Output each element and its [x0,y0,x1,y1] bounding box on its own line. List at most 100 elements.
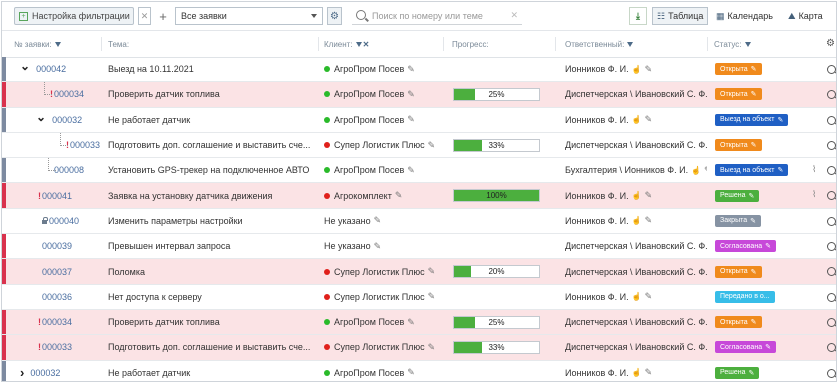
view-details-icon[interactable] [827,242,836,252]
cell-client[interactable]: Супер Логистик Плюс ✎ [324,133,442,157]
filter-select[interactable]: Все заявки [175,7,323,25]
request-number-link[interactable]: 000036 [42,292,72,302]
view-table-button[interactable]: ☷ Таблица [652,7,708,25]
cell-responsible[interactable]: Ионников Ф. И. ☝ ✎ [565,108,707,132]
edit-icon[interactable]: ✎ [374,241,382,252]
view-details-icon[interactable] [827,343,836,353]
edit-icon[interactable]: ✎ [428,140,436,151]
cell-client[interactable]: АгроПром Посев ✎ [324,361,442,381]
cell-client[interactable]: АгроПром Посев ✎ [324,82,442,106]
cell-client[interactable]: АгроПром Посев ✎ [324,108,442,132]
edit-icon[interactable]: ✎ [407,114,415,125]
cell-topic[interactable]: Нет доступа к серверу [108,285,316,309]
view-details-icon[interactable] [827,140,836,150]
edit-icon[interactable]: ✎ [428,291,436,302]
columns-settings-gear-icon[interactable]: ⚙ [826,38,835,49]
cell-client[interactable]: Супер Логистик Плюс ✎ [324,259,442,283]
cell-topic[interactable]: Поломка [108,259,316,283]
view-details-icon[interactable] [827,166,836,176]
edit-icon[interactable]: ✎ [374,215,382,226]
view-map-button[interactable]: ⛰ Карта [788,7,836,25]
edit-icon[interactable]: ✎ [407,64,415,75]
status-badge[interactable]: Открыта ✎ [715,88,762,101]
attachment-icon[interactable]: ⌇ [812,164,816,175]
clear-search-icon[interactable]: ✕ [510,10,518,21]
cell-client[interactable]: Не указано ✎ [324,234,442,258]
cell-responsible[interactable]: Диспетчерская \ Ивановский С. Ф. [565,335,707,359]
edit-icon[interactable]: ✎ [395,190,403,201]
edit-icon[interactable]: ✎ [645,190,653,201]
request-number-link[interactable]: 000033 [70,140,100,150]
cell-responsible[interactable]: Диспетчерская \ Ивановский С. Ф. [565,82,707,106]
edit-icon[interactable]: ✎ [428,342,436,353]
view-details-icon[interactable] [827,90,836,100]
status-badge[interactable]: Выезд на объект ✎ [715,113,789,126]
status-badge[interactable]: Открыта ✎ [715,316,762,329]
header-client[interactable]: Клиент: ✕ [324,40,369,49]
edit-icon[interactable]: ✎ [645,367,653,378]
edit-icon[interactable]: ✎ [645,291,653,302]
request-number-link[interactable]: 000032 [52,115,82,125]
table-row[interactable]: 000040 Изменить параметры настройки Не ука… [2,209,836,235]
take-over-icon[interactable]: ☝ [632,65,642,74]
cell-responsible[interactable]: Бухгалтерия \ Ионников Ф. И.☝✎ [565,158,707,182]
edit-icon[interactable]: ✎ [645,64,653,75]
view-details-icon[interactable] [827,216,836,226]
cell-topic[interactable]: Выезд на 10.11.2021 [108,57,316,81]
cell-client[interactable]: АгроПром Посев ✎ [324,57,442,81]
request-number-link[interactable]: 000037 [42,267,72,277]
cell-topic[interactable]: Подготовить доп. соглашение и выставить … [108,335,316,359]
request-number-link[interactable]: 000040 [49,216,79,226]
take-over-icon[interactable]: ☝ [632,216,642,225]
filter-icon[interactable] [744,42,751,48]
view-details-icon[interactable] [827,368,836,378]
status-badge[interactable]: Выезд на объект ✎ [715,164,789,177]
filter-icon[interactable] [627,42,634,48]
filter-gear-button[interactable]: ⚙ [327,7,342,25]
request-number-link[interactable]: 000041 [42,191,72,201]
take-over-icon[interactable]: ☝ [632,368,642,377]
table-row[interactable]: 000036 Нет доступа к серверу Супер Логисти… [2,285,836,310]
status-badge[interactable]: Открыта ✎ [715,139,762,152]
header-responsible[interactable]: Ответственный: [565,40,634,49]
status-badge[interactable]: Закрыта ✎ [715,214,762,227]
filter-icon[interactable] [54,42,61,48]
cell-responsible[interactable]: Ионников Ф. И. ☝ ✎ [565,183,707,207]
edit-icon[interactable]: ✎ [407,367,415,378]
collapse-chevron-icon[interactable]: ⌄ [36,110,46,124]
take-over-icon[interactable]: ☝ [632,115,642,124]
edit-icon[interactable]: ✎ [704,165,707,176]
cell-responsible[interactable]: Диспетчерская \ Ивановский С. Ф. [565,234,707,258]
expand-chevron-icon[interactable]: › [20,365,24,380]
table-row[interactable]: ! 000034 Проверить датчик топлива АгроПром … [2,309,836,336]
view-details-icon[interactable] [827,115,836,125]
status-badge[interactable]: Открыта ✎ [715,63,762,76]
status-badge[interactable]: Согласована ✎ [715,341,776,354]
view-calendar-button[interactable]: ▦ Календарь [714,7,778,25]
cell-responsible[interactable]: Ионников Ф. И. ☝ ✎ [565,209,707,233]
view-details-icon[interactable] [827,317,836,327]
edit-icon[interactable]: ✎ [645,215,653,226]
cell-client[interactable]: АгроПром Посев ✎ [324,310,442,334]
request-number-link[interactable]: 000033 [42,342,72,352]
edit-icon[interactable]: ✎ [407,165,415,176]
request-number-link[interactable]: 000032 [30,368,60,378]
request-number-link[interactable]: 000034 [54,89,84,99]
header-status[interactable]: Статус: [714,40,751,49]
request-number-link[interactable]: 000008 [54,165,84,175]
view-details-icon[interactable] [827,267,836,277]
cell-topic[interactable]: Заявка на установку датчика движения [108,183,316,207]
request-number-link[interactable]: 000039 [42,241,72,251]
add-filter-button[interactable]: + [156,7,170,25]
filter-icon[interactable] [355,42,362,48]
cell-responsible[interactable]: Диспетчерская \ Ивановский С. Ф. [565,259,707,283]
status-badge[interactable]: Согласована ✎ [715,240,776,253]
cell-topic[interactable]: Проверить датчик топлива [108,310,316,334]
table-row[interactable]: ⌄ 000042 Выезд на 10.11.2021 АгроПром Посев… [2,57,836,83]
cell-topic[interactable]: Не работает датчик [108,361,316,381]
cell-client[interactable]: Не указано ✎ [324,209,442,233]
filter-settings-button[interactable]: + Настройка фильтрации [14,7,134,25]
take-over-icon[interactable]: ☝ [632,191,642,200]
clear-filter-icon[interactable]: ✕ [363,40,370,49]
view-details-icon[interactable] [827,292,836,302]
